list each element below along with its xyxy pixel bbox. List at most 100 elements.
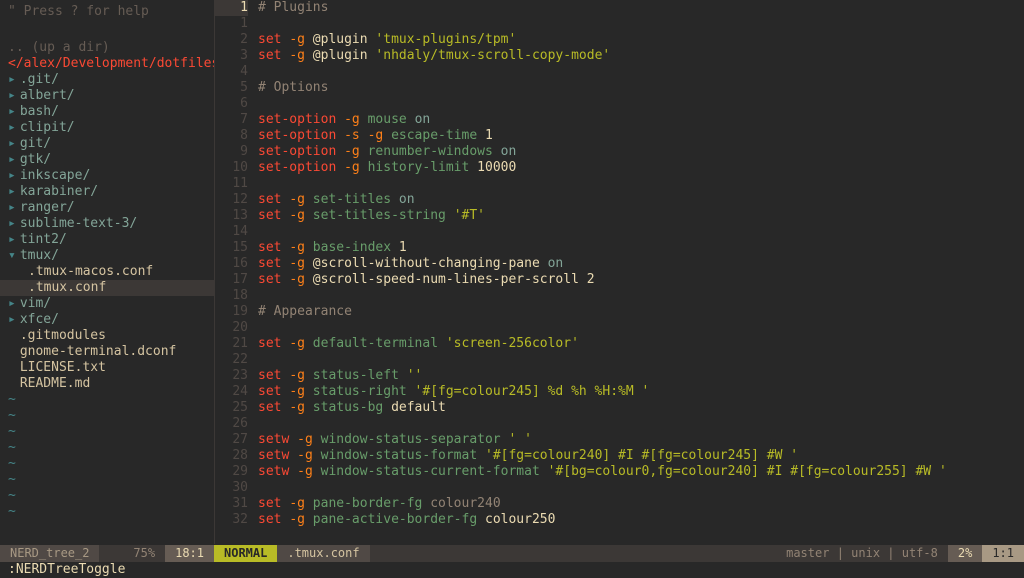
empty-line-tilde: ~	[0, 472, 214, 488]
code-line[interactable]: set -g base-index 1	[258, 240, 1024, 256]
folder-name: xfce/	[20, 312, 59, 327]
tree-folder[interactable]: ▸clipit/	[0, 120, 214, 136]
line-number: 7	[215, 112, 248, 128]
tree-folder[interactable]: ▸karabiner/	[0, 184, 214, 200]
code-line[interactable]: set -g status-left ''	[258, 368, 1024, 384]
code-line[interactable]	[258, 320, 1024, 336]
empty-line-tilde: ~	[0, 504, 214, 520]
line-number: 14	[215, 224, 248, 240]
line-number-gutter: 1123456789101112131415161718192021222324…	[214, 0, 254, 544]
code-line[interactable]: set -g @plugin 'nhdaly/tmux-scroll-copy-…	[258, 48, 1024, 64]
file-name: README.md	[20, 376, 90, 391]
code-line[interactable]	[258, 480, 1024, 496]
folder-name: .git/	[20, 72, 59, 87]
tree-file[interactable]: ▸gnome-terminal.dconf	[0, 344, 214, 360]
folder-arrow-icon: ▸	[8, 88, 16, 103]
line-number: 5	[215, 80, 248, 96]
tree-file[interactable]: .tmux.conf	[0, 280, 214, 296]
tree-folder[interactable]: ▸sublime-text-3/	[0, 216, 214, 232]
code-line[interactable]: set -g @scroll-without-changing-pane on	[258, 256, 1024, 272]
code-line[interactable]: set -g pane-active-border-fg colour250	[258, 512, 1024, 528]
tree-folder[interactable]: ▸.git/	[0, 72, 214, 88]
file-name: gnome-terminal.dconf	[20, 344, 177, 359]
tree-folder[interactable]: ▾tmux/	[0, 248, 214, 264]
folder-arrow-icon: ▸	[8, 136, 16, 151]
code-line[interactable]: set -g @plugin 'tmux-plugins/tpm'	[258, 32, 1024, 48]
editor-pane[interactable]: # Plugins set -g @plugin 'tmux-plugins/t…	[254, 0, 1024, 544]
empty-line-tilde: ~	[0, 456, 214, 472]
tree-folder[interactable]: ▸ tint2/	[0, 232, 214, 248]
code-line[interactable]: setw -g window-status-format '#[fg=colou…	[258, 448, 1024, 464]
line-number: 17	[215, 272, 248, 288]
code-line[interactable]	[258, 96, 1024, 112]
tree-folder[interactable]: ▸inkscape/	[0, 168, 214, 184]
statusbar-nerdtree-pos: 18:1	[165, 545, 214, 562]
code-line[interactable]	[258, 176, 1024, 192]
tree-file[interactable]: ▸README.md	[0, 376, 214, 392]
file-name: .tmux-macos.conf	[28, 264, 153, 279]
line-number: 29	[215, 464, 248, 480]
code-line[interactable]: set-option -g renumber-windows on	[258, 144, 1024, 160]
folder-arrow-icon: ▸	[8, 296, 16, 311]
tree-file[interactable]: ▸.gitmodules	[0, 328, 214, 344]
tree-file[interactable]: .tmux-macos.conf	[0, 264, 214, 280]
folder-name: bash/	[20, 104, 59, 119]
code-line[interactable]: setw -g window-status-separator ' '	[258, 432, 1024, 448]
statusbar-pct: 2%	[948, 545, 982, 562]
code-line[interactable]: # Plugins	[258, 0, 1024, 16]
folder-arrow-icon: ▸	[8, 232, 16, 247]
line-number: 25	[215, 400, 248, 416]
tree-folder[interactable]: ▸ bash/	[0, 104, 214, 120]
line-number: 3	[215, 48, 248, 64]
tree-folder[interactable]: ▸ albert/	[0, 88, 214, 104]
code-line[interactable]: set-option -s -g escape-time 1	[258, 128, 1024, 144]
code-line[interactable]: set-option -g history-limit 10000	[258, 160, 1024, 176]
tree-folder[interactable]: ▸vim/	[0, 296, 214, 312]
folder-name: inkscape/	[20, 168, 90, 183]
nerdtree-root-path[interactable]: </alex/Development/dotfiles/	[0, 56, 214, 72]
line-number: 10	[215, 160, 248, 176]
folder-name: tint2/	[20, 232, 67, 247]
tree-folder[interactable]: ▸xfce/	[0, 312, 214, 328]
tree-folder[interactable]: ▸ git/	[0, 136, 214, 152]
code-line[interactable]	[258, 416, 1024, 432]
line-number: 30	[215, 480, 248, 496]
code-line[interactable]: set -g pane-border-fg colour240	[258, 496, 1024, 512]
code-line[interactable]: set -g status-bg default	[258, 400, 1024, 416]
code-line[interactable]: set -g default-terminal 'screen-256color…	[258, 336, 1024, 352]
tree-file[interactable]: ▸LICENSE.txt	[0, 360, 214, 376]
code-line[interactable]	[258, 288, 1024, 304]
code-line[interactable]: set-option -g mouse on	[258, 112, 1024, 128]
folder-name: git/	[20, 136, 51, 151]
line-number: 18	[215, 288, 248, 304]
code-line[interactable]: # Appearance	[258, 304, 1024, 320]
line-number: 23	[215, 368, 248, 384]
code-line[interactable]: set -g status-right '#[fg=colour245] %d …	[258, 384, 1024, 400]
code-line[interactable]: set -g set-titles on	[258, 192, 1024, 208]
folder-arrow-icon: ▸	[8, 216, 16, 231]
statusbar-mode: NORMAL	[214, 545, 277, 562]
code-line[interactable]: set -g set-titles-string '#T'	[258, 208, 1024, 224]
folder-arrow-icon: ▸	[8, 104, 16, 119]
command-line[interactable]: :NERDTreeToggle	[0, 562, 1024, 578]
line-number: 21	[215, 336, 248, 352]
code-line[interactable]	[258, 64, 1024, 80]
code-line[interactable]	[258, 224, 1024, 240]
statusbar-pos: 1:1	[982, 545, 1024, 562]
code-line[interactable]: setw -g window-status-current-format '#[…	[258, 464, 1024, 480]
tree-folder[interactable]: ▸ranger/	[0, 200, 214, 216]
code-line[interactable]: set -g @scroll-speed-num-lines-per-scrol…	[258, 272, 1024, 288]
folder-name: albert/	[20, 88, 75, 103]
code-line[interactable]	[258, 16, 1024, 32]
code-line[interactable]: # Options	[258, 80, 1024, 96]
status-bar: NERD_tree_2 75% 18:1 NORMAL .tmux.conf m…	[0, 545, 1024, 562]
line-number: 1	[215, 0, 248, 16]
tree-folder[interactable]: ▸gtk/	[0, 152, 214, 168]
empty-line-tilde: ~	[0, 392, 214, 408]
nerdtree-sidebar[interactable]: " Press ? for help .. (up a dir) </alex/…	[0, 0, 214, 544]
line-number: 6	[215, 96, 248, 112]
nerdtree-up-dir[interactable]: .. (up a dir)	[0, 40, 214, 56]
line-number: 12	[215, 192, 248, 208]
statusbar-nerdtree-name: NERD_tree_2	[0, 545, 99, 562]
code-line[interactable]	[258, 352, 1024, 368]
